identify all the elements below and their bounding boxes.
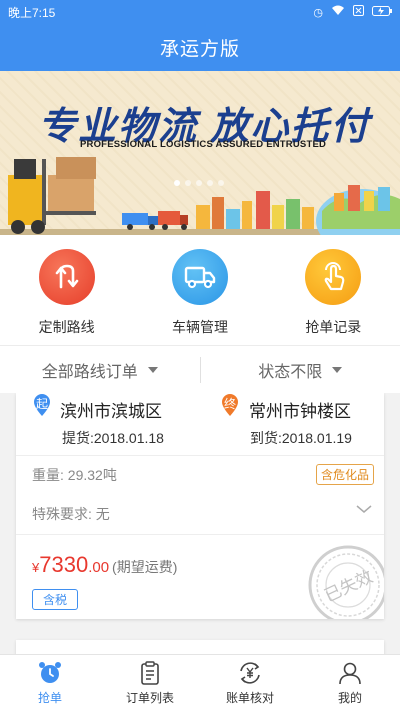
origin-city: 滨州市滨城区 <box>60 402 162 421</box>
truck-illustration-2 <box>158 211 188 230</box>
price-integer: 7330 <box>39 552 89 577</box>
order-list[interactable]: 起 滨州市滨城区 提货:2018.01.18 终 常州市钟楼区 到货:2018.… <box>0 393 400 654</box>
wifi-icon <box>331 5 345 19</box>
tab-bill-check[interactable]: 账单核对 <box>200 655 300 711</box>
sim-icon <box>353 5 364 19</box>
charging-icon <box>372 5 392 19</box>
tab-label: 我的 <box>337 691 362 705</box>
banner-dot-3 <box>196 180 202 186</box>
route-filter-label: 全部路线订单 <box>41 363 138 381</box>
expired-stamp-icon: 已失效 <box>308 545 384 619</box>
yuan-refresh-icon <box>240 662 260 684</box>
banner-dot-5 <box>218 180 224 186</box>
bottom-tab-bar: 抢单 订单列表 账单核对 我的 <box>0 654 400 711</box>
tab-label: 订单列表 <box>125 691 174 705</box>
custom-route-button[interactable]: 定制路线 <box>0 235 133 345</box>
expected-price: ¥7330.00 (期望运费) <box>32 552 177 578</box>
grab-record-button[interactable]: 抢单记录 <box>267 235 400 345</box>
city-buildings <box>196 191 314 229</box>
tab-label: 账单核对 <box>225 691 274 705</box>
quick-actions: 定制路线 车辆管理 抢单记录 <box>0 235 400 345</box>
alarm-clock-icon <box>39 662 61 683</box>
order-card[interactable]: 起 滨州市滨城区 提货:2018.01.18 终 常州市钟楼区 到货:2018.… <box>16 393 384 619</box>
status-time: 晚上7:15 <box>8 5 56 20</box>
card-divider <box>16 455 384 456</box>
card-divider <box>16 534 384 535</box>
person-icon <box>339 662 361 685</box>
destination-city: 常州市钟楼区 <box>249 402 351 421</box>
route-icon <box>38 249 95 305</box>
page-title: 承运方版 <box>159 39 240 60</box>
tab-label: 抢单 <box>37 691 62 705</box>
vehicle-management-button[interactable]: 车辆管理 <box>133 235 266 345</box>
tab-mine[interactable]: 我的 <box>300 655 400 711</box>
tab-grab-order[interactable]: 抢单 <box>0 655 100 711</box>
route-filter-dropdown[interactable]: 全部路线订单 <box>0 358 200 382</box>
special-requirements: 特殊要求: 无 <box>32 506 110 522</box>
destination-tag: 终 <box>223 397 236 411</box>
vehicle-management-label: 车辆管理 <box>171 319 228 335</box>
tab-order-list[interactable]: 订单列表 <box>100 655 200 711</box>
pickup-date: 提货:2018.01.18 <box>62 430 164 446</box>
cargo-weight: 重量: 29.32吨 <box>32 467 117 483</box>
delivery-date: 到货:2018.01.19 <box>250 430 352 446</box>
status-filter-label: 状态不限 <box>258 363 323 381</box>
filter-bar: 全部路线订单 状态不限 <box>0 345 400 393</box>
banner-dot-2 <box>185 180 191 186</box>
expand-chevron-icon[interactable] <box>356 504 372 514</box>
tap-hand-icon <box>305 249 362 305</box>
price-note: (期望运费) <box>112 559 178 575</box>
truck-icon <box>171 249 228 305</box>
app-header: 承运方版 <box>0 24 400 71</box>
clipboard-icon <box>141 661 159 685</box>
grab-record-label: 抢单记录 <box>305 319 362 335</box>
chevron-down-icon <box>147 366 158 373</box>
tax-included-badge: 含税 <box>32 589 79 610</box>
status-bar: 晚上7:15 ◷ <box>0 0 400 24</box>
order-card[interactable] <box>16 640 384 654</box>
price-decimal: .00 <box>88 559 110 576</box>
promo-banner[interactable]: 专业物流 放心托付 PROFESSIONAL LOGISTICS ASSURED… <box>0 71 400 235</box>
hazmat-badge: 含危化品 <box>315 464 374 485</box>
alarm-icon: ◷ <box>313 6 323 19</box>
truck-illustration-1 <box>122 213 158 230</box>
status-filter-dropdown[interactable]: 状态不限 <box>201 358 400 382</box>
forklift-illustration <box>8 157 96 234</box>
banner-illustration <box>0 157 400 235</box>
origin-tag: 起 <box>35 397 48 411</box>
chevron-down-icon <box>332 366 343 373</box>
custom-route-label: 定制路线 <box>38 319 95 335</box>
banner-dot-4 <box>207 180 213 186</box>
globe-illustration <box>316 185 400 235</box>
banner-dot-1 <box>174 180 180 186</box>
